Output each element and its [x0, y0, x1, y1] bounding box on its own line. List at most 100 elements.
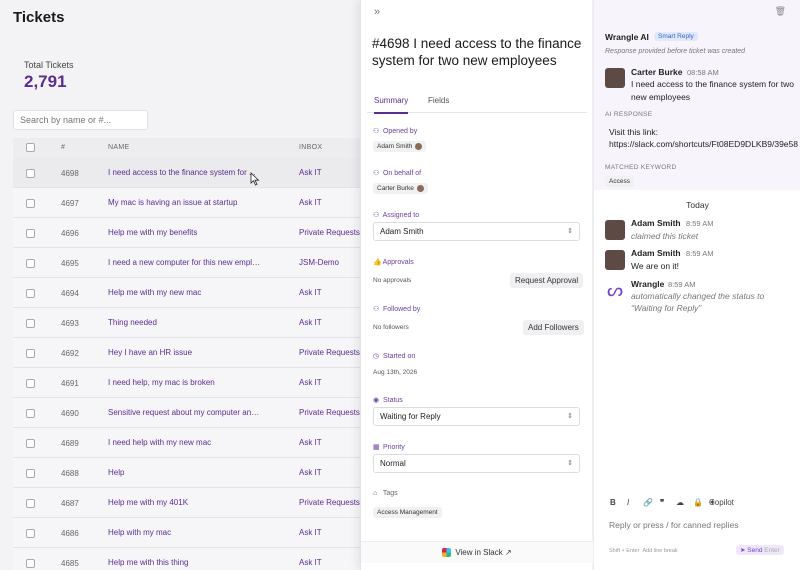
ticket-name[interactable]: Sensitive request about my computer and …: [108, 408, 263, 417]
reply-input[interactable]: Reply or press / for canned replies: [609, 520, 738, 530]
collapse-panel-icon[interactable]: »: [374, 6, 380, 18]
trash-icon[interactable]: 🗑: [775, 6, 786, 17]
ticket-inbox: Ask IT: [299, 558, 322, 567]
message-text: “Waiting for Reply”: [631, 303, 702, 313]
tickets-table-body: 4698 I need access to the finance system …: [13, 158, 360, 570]
opened-by-chip[interactable]: Adam Smith: [373, 141, 427, 153]
assignee-select[interactable]: Adam Smith ⇕: [373, 222, 580, 241]
ticket-name[interactable]: I need help, my mac is broken: [108, 378, 215, 387]
status-select[interactable]: Waiting for Reply ⇕: [373, 407, 580, 426]
search-input[interactable]: [13, 110, 148, 130]
row-checkbox[interactable]: [26, 259, 35, 268]
table-row[interactable]: 4685 Help me with this thing Ask IT: [13, 548, 360, 570]
table-row[interactable]: 4698 I need access to the finance system …: [13, 158, 360, 188]
mouse-cursor-icon: [250, 172, 260, 186]
ticket-name[interactable]: Hey I have an HR issue: [108, 348, 192, 357]
row-checkbox[interactable]: [26, 409, 35, 418]
ticket-inbox: JSM-Demo: [299, 258, 340, 267]
bold-icon[interactable]: B: [610, 498, 616, 507]
on-behalf-chip[interactable]: Carter Burke: [373, 183, 428, 195]
row-checkbox[interactable]: [26, 199, 35, 208]
row-checkbox[interactable]: [26, 289, 35, 298]
on-behalf-label: ⚇ On behalf of: [373, 170, 422, 177]
started-on-label: ◷ Started on: [373, 353, 416, 360]
view-in-slack-button[interactable]: View in Slack ↗: [361, 541, 593, 563]
message-text: claimed this ticket: [631, 231, 699, 241]
row-checkbox[interactable]: [26, 499, 35, 508]
ticket-name[interactable]: Help: [108, 468, 124, 477]
add-followers-button[interactable]: Add Followers: [523, 320, 584, 335]
table-row[interactable]: 4696 Help me with my benefits Private Requ…: [13, 218, 360, 248]
tab-summary[interactable]: Summary: [374, 96, 409, 114]
row-checkbox[interactable]: [26, 349, 35, 358]
priority-select[interactable]: Normal ⇕: [373, 454, 580, 473]
ticket-inbox: Private Requests: [299, 348, 360, 357]
detail-tabs: Summary Fields: [367, 93, 587, 114]
ticket-name[interactable]: Help with my mac: [108, 528, 171, 537]
message-time: 8:59 AM: [686, 249, 714, 258]
row-checkbox[interactable]: [26, 529, 35, 538]
request-approval-button[interactable]: Request Approval: [510, 273, 584, 288]
row-checkbox[interactable]: [26, 319, 35, 328]
column-header-number[interactable]: #: [61, 144, 65, 151]
table-row[interactable]: 4691 I need help, my mac is broken Ask IT: [13, 368, 360, 398]
avatar: [605, 250, 625, 270]
ticket-name[interactable]: My mac is having an issue at startup: [108, 198, 237, 207]
row-checkbox[interactable]: [26, 559, 35, 568]
column-header-inbox[interactable]: INBOX: [299, 144, 322, 151]
table-row[interactable]: 4689 I need help with my new mac Ask IT: [13, 428, 360, 458]
ai-response-link[interactable]: https://slack.com/shortcuts/Ft08ED9DLKB9…: [609, 138, 798, 151]
ticket-name[interactable]: Help me with my new mac: [108, 288, 201, 297]
ticket-number: 4696: [61, 229, 79, 238]
tab-fields[interactable]: Fields: [428, 96, 449, 105]
table-row[interactable]: 4688 Help Ask IT: [13, 458, 360, 488]
wrangle-logo-icon: ᔕ: [606, 280, 624, 300]
ticket-number: 4687: [61, 499, 79, 508]
ticket-name[interactable]: Help me with my 401K: [108, 498, 188, 507]
quote-icon[interactable]: ❞: [660, 498, 664, 507]
table-row[interactable]: 4686 Help with my mac Ask IT: [13, 518, 360, 548]
ticket-name[interactable]: Help me with this thing: [108, 558, 188, 567]
lock-icon[interactable]: 🔒: [693, 498, 703, 507]
ticket-inbox: Ask IT: [299, 468, 322, 477]
ticket-number: 4691: [61, 379, 79, 388]
table-row[interactable]: 4687 Help me with my 401K Private Requests: [13, 488, 360, 518]
shortcut-hint: Shift + Enter Add line break: [609, 548, 678, 554]
ticket-number: 4693: [61, 319, 79, 328]
ticket-name[interactable]: Thing needed: [108, 318, 157, 327]
opened-by-label: ⚇ Opened by: [373, 128, 418, 135]
status-label: ◉ Status: [373, 397, 403, 404]
ticket-name[interactable]: I need a new computer for this new emplo…: [108, 258, 263, 267]
avatar: [415, 143, 423, 150]
table-row[interactable]: 4695 I need a new computer for this new e…: [13, 248, 360, 278]
row-checkbox[interactable]: [26, 229, 35, 238]
row-checkbox[interactable]: [26, 439, 35, 448]
table-row[interactable]: 4694 Help me with my new mac Ask IT: [13, 278, 360, 308]
ticket-name[interactable]: I need help with my new mac: [108, 438, 211, 447]
cloud-icon[interactable]: ☁: [676, 498, 684, 507]
avatar: [605, 220, 625, 240]
row-checkbox[interactable]: [26, 169, 35, 178]
italic-icon[interactable]: I: [627, 498, 629, 507]
tag-chip[interactable]: Access Management: [373, 507, 442, 518]
conversation-panel: 🗑 Wrangle AI Smart Reply Response provid…: [593, 0, 800, 570]
ticket-name[interactable]: Help me with my benefits: [108, 228, 197, 237]
started-on-value: Aug 13th, 2026: [373, 369, 418, 376]
table-row[interactable]: 4692 Hey I have an HR issue Private Reques…: [13, 338, 360, 368]
row-checkbox[interactable]: [26, 379, 35, 388]
chevron-updown-icon: ⇕: [567, 228, 573, 235]
column-header-name[interactable]: NAME: [108, 144, 129, 151]
approvals-label: 👍 Approvals: [373, 259, 414, 266]
slack-icon: [442, 548, 452, 558]
table-row[interactable]: 4690 Sensitive request about my computer …: [13, 398, 360, 428]
link-icon[interactable]: 🔗: [643, 498, 653, 507]
row-checkbox[interactable]: [26, 469, 35, 478]
date-divider: Today: [686, 200, 709, 210]
ticket-title: #4698 I need access to the finance syste…: [372, 36, 582, 68]
priority-icon: ▦: [373, 444, 380, 451]
table-row[interactable]: 4693 Thing needed Ask IT: [13, 308, 360, 338]
send-button[interactable]: ➤ Send Enter: [736, 545, 784, 555]
select-all-checkbox[interactable]: [26, 143, 35, 152]
ticket-name[interactable]: I need access to the finance system for …: [108, 168, 256, 177]
table-row[interactable]: 4697 My mac is having an issue at startup…: [13, 188, 360, 218]
